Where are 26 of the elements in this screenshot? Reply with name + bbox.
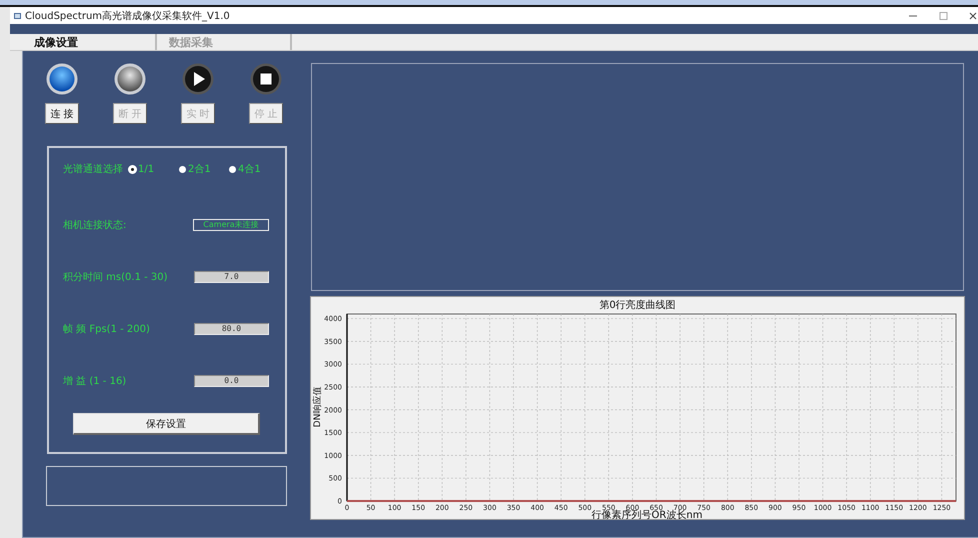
axis-title: DN响应值 bbox=[313, 386, 323, 428]
app-icon bbox=[14, 12, 21, 18]
field-label: 积分时间 ms(0.1 - 30) bbox=[63, 270, 168, 284]
radio-label[interactable]: 1/1 bbox=[138, 164, 154, 174]
field-label: 相机连接状态: bbox=[63, 218, 126, 232]
field-label: 帧 频 Fps(1 - 200) bbox=[63, 322, 150, 336]
stop-icon bbox=[250, 63, 282, 95]
play-icon bbox=[182, 63, 214, 95]
orb-icon bbox=[46, 63, 78, 95]
chart-title: 第0行亮度曲线图 bbox=[599, 300, 676, 311]
close-icon[interactable] bbox=[968, 12, 978, 20]
orb-icon bbox=[114, 63, 146, 95]
radio-label[interactable]: 4合1 bbox=[238, 162, 261, 176]
window-title: CloudSpectrum高光谱成像仪采集软件_V1.0 bbox=[25, 10, 231, 22]
input-field[interactable]: 7.0 bbox=[194, 271, 269, 283]
radio-label[interactable]: 2合1 bbox=[188, 162, 211, 176]
save-button[interactable]: 保存设置 bbox=[73, 413, 260, 435]
input-field[interactable]: 80.0 bbox=[194, 323, 269, 335]
status-display: Camera未连接 bbox=[193, 219, 269, 231]
radio-button[interactable] bbox=[229, 166, 236, 172]
field-label: 光谱通道选择 bbox=[63, 162, 124, 176]
field-label: 增 益 (1 - 16) bbox=[63, 375, 126, 388]
control-button[interactable]: 连 接 bbox=[45, 103, 79, 124]
radio-button[interactable] bbox=[129, 166, 136, 172]
radio-button[interactable] bbox=[179, 166, 186, 172]
input-field[interactable]: 0.0 bbox=[194, 375, 269, 387]
